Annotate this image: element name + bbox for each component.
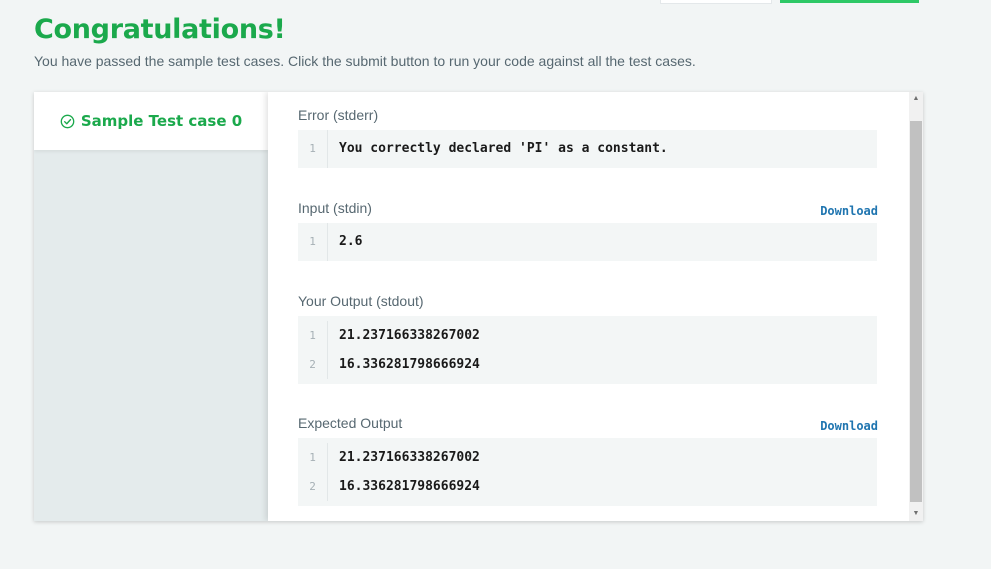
error-section-header: Error (stderr) <box>298 107 878 127</box>
your-output-label: Your Output (stdout) <box>298 293 424 309</box>
line-number: 2 <box>298 350 328 379</box>
line-number: 2 <box>298 472 328 501</box>
test-case-list: Sample Test case 0 <box>34 92 268 521</box>
error-label: Error (stderr) <box>298 107 379 123</box>
vertical-scrollbar[interactable]: ▲ ▼ <box>909 92 923 521</box>
line-number: 1 <box>298 443 328 472</box>
success-message: You have passed the sample test cases. C… <box>34 53 696 69</box>
page-title: Congratulations! <box>34 14 286 45</box>
scroll-down-arrow-icon[interactable]: ▼ <box>909 507 923 521</box>
line-number: 1 <box>298 321 328 350</box>
expected-output-box: 1 21.237166338267002 2 16.33628179866692… <box>298 438 877 506</box>
line-text: 16.336281798666924 <box>339 479 480 494</box>
code-line: 2 16.336281798666924 <box>298 472 877 501</box>
line-number: 1 <box>298 223 328 261</box>
run-code-button[interactable] <box>660 0 772 4</box>
input-box: 1 2.6 <box>298 223 877 261</box>
line-text: 21.237166338267002 <box>339 328 480 343</box>
download-input-link[interactable]: Download <box>820 204 878 218</box>
your-output-section-header: Your Output (stdout) <box>298 293 878 313</box>
line-text: 16.336281798666924 <box>339 357 480 372</box>
code-line: 2 16.336281798666924 <box>298 350 877 379</box>
code-line: 1 You correctly declared 'PI' as a const… <box>298 130 877 168</box>
test-case-details: Error (stderr) 1 You correctly declared … <box>268 92 909 521</box>
expected-output-section-header: Expected Output Download <box>298 415 878 435</box>
tab-sample-test-case-0[interactable]: Sample Test case 0 <box>34 92 268 150</box>
scroll-up-arrow-icon[interactable]: ▲ <box>909 92 923 106</box>
input-section-header: Input (stdin) Download <box>298 200 878 220</box>
submit-code-button[interactable] <box>780 0 919 3</box>
expected-output-label: Expected Output <box>298 415 403 431</box>
code-line: 1 2.6 <box>298 223 877 261</box>
line-number: 1 <box>298 130 328 168</box>
download-expected-output-link[interactable]: Download <box>820 419 878 433</box>
line-text: 2.6 <box>339 234 363 249</box>
line-text: You correctly declared 'PI' as a constan… <box>339 141 668 156</box>
tab-label: Sample Test case 0 <box>80 112 243 130</box>
check-circle-icon <box>60 114 75 129</box>
input-label: Input (stdin) <box>298 200 372 216</box>
code-line: 1 21.237166338267002 <box>298 443 877 472</box>
scrollbar-thumb[interactable] <box>910 121 922 502</box>
line-text: 21.237166338267002 <box>339 450 480 465</box>
your-output-box: 1 21.237166338267002 2 16.33628179866692… <box>298 316 877 384</box>
error-output-box: 1 You correctly declared 'PI' as a const… <box>298 130 877 168</box>
test-results-panel: Sample Test case 0 Error (stderr) 1 You … <box>34 92 923 521</box>
code-line: 1 21.237166338267002 <box>298 321 877 350</box>
